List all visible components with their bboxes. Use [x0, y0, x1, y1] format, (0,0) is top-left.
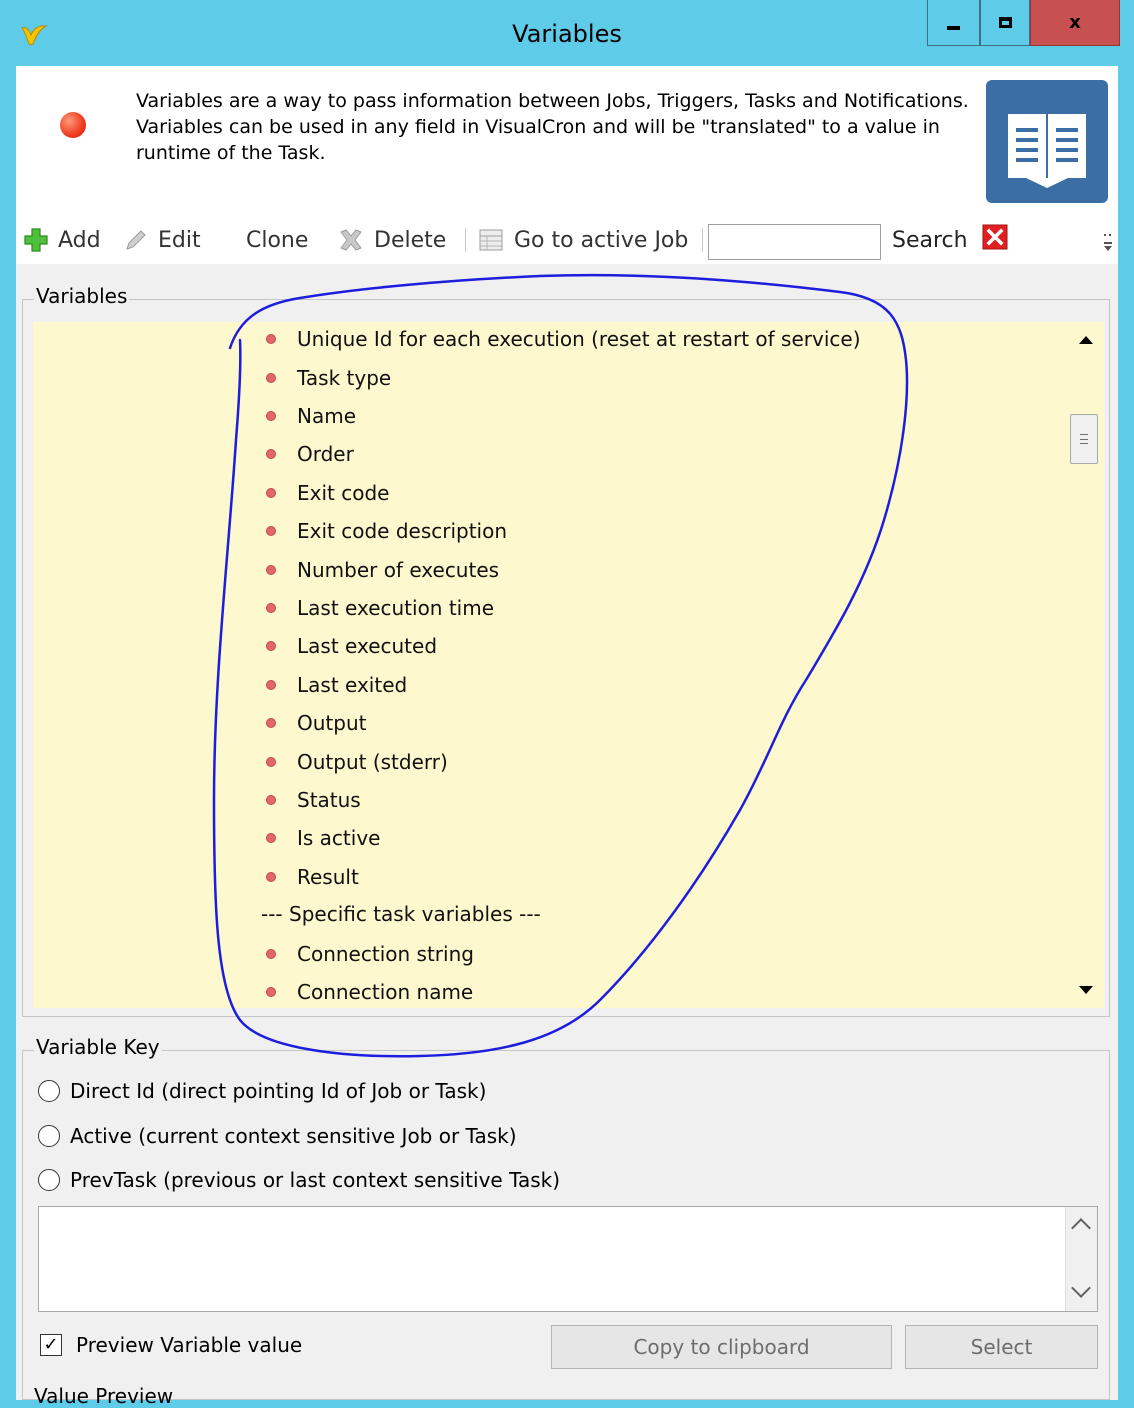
minimize-icon	[947, 25, 960, 30]
book-icon	[986, 80, 1108, 203]
clear-search-button[interactable]	[982, 224, 1008, 256]
list-item[interactable]: Is active	[261, 821, 380, 855]
list-item[interactable]: Exit code	[261, 476, 389, 510]
list-item[interactable]: Exit code description	[261, 514, 507, 548]
title-bar: Variables x	[0, 0, 1134, 66]
search-button[interactable]: Search	[892, 226, 968, 254]
grip-icon	[1080, 434, 1088, 444]
list-item[interactable]: Name	[261, 399, 356, 433]
bullet-icon	[266, 987, 276, 997]
scroll-up-arrow-icon[interactable]	[1079, 336, 1093, 344]
radio-prevtask[interactable]: PrevTask (previous or last context sensi…	[38, 1165, 560, 1195]
list-item[interactable]: Number of executes	[261, 553, 499, 587]
list-item[interactable]: Last exited	[261, 668, 407, 702]
section-header: --- Specific task variables ---	[261, 902, 541, 926]
radio-active[interactable]: Active (current context sensitive Job or…	[38, 1121, 517, 1151]
value-preview-label: Value Preview	[34, 1384, 174, 1408]
scroll-thumb[interactable]	[1070, 414, 1098, 464]
bullet-icon	[266, 411, 276, 421]
minimize-button[interactable]	[927, 0, 980, 46]
bullet-icon	[266, 565, 276, 575]
variable-textarea[interactable]	[38, 1206, 1098, 1312]
preview-checkbox-label: Preview Variable value	[76, 1333, 303, 1357]
bullet-icon	[266, 373, 276, 383]
maximize-button[interactable]	[980, 0, 1030, 46]
bullet-icon	[266, 795, 276, 805]
checkmark-icon: ✓	[43, 1334, 59, 1355]
bullet-icon	[266, 488, 276, 498]
list-item[interactable]: Status	[261, 783, 361, 817]
maximize-icon	[998, 17, 1012, 28]
chevron-up-icon[interactable]	[1071, 1218, 1091, 1238]
bullet-icon	[266, 603, 276, 613]
bullet-icon	[266, 680, 276, 690]
toolbar-separator	[465, 228, 466, 252]
bullet-icon	[266, 449, 276, 459]
list-item[interactable]: Connection name	[261, 975, 473, 1008]
list-item[interactable]: Connection string	[261, 937, 474, 971]
select-button[interactable]: Select	[905, 1325, 1098, 1369]
toolbar: Add Edit Clone Delete Go to active Job S…	[16, 216, 1118, 264]
radio-circle[interactable]	[38, 1080, 60, 1102]
bullet-icon	[266, 334, 276, 344]
toolbar-overflow-icon[interactable]	[1103, 226, 1113, 256]
search-label: Search	[892, 227, 968, 253]
close-button[interactable]: x	[1030, 0, 1120, 46]
list-item[interactable]: Unique Id for each execution (reset at r…	[261, 322, 861, 356]
plus-icon	[24, 228, 48, 252]
scroll-down-arrow-icon[interactable]	[1079, 986, 1093, 994]
bullet-icon	[266, 757, 276, 767]
list-item[interactable]: Task type	[261, 361, 391, 395]
clone-label: Clone	[246, 227, 309, 253]
edit-button[interactable]: Edit	[124, 226, 201, 254]
search-input[interactable]	[708, 224, 881, 260]
variables-list[interactable]: Unique Id for each execution (reset at r…	[33, 322, 1070, 1008]
textarea-scrollbar[interactable]	[1065, 1207, 1097, 1311]
delete-label: Delete	[374, 227, 447, 253]
toolbar-separator	[702, 228, 703, 252]
status-red-icon	[60, 112, 86, 138]
bullet-icon	[266, 641, 276, 651]
bullet-icon	[266, 526, 276, 536]
bullet-icon	[266, 949, 276, 959]
bullet-icon	[266, 833, 276, 843]
clear-search-icon	[982, 224, 1008, 256]
variables-scrollbar[interactable]	[1070, 322, 1104, 1008]
edit-label: Edit	[158, 227, 201, 253]
copy-to-clipboard-button[interactable]: Copy to clipboard	[551, 1325, 892, 1369]
radio-circle[interactable]	[38, 1125, 60, 1147]
list-item[interactable]: Output (stderr)	[261, 745, 448, 779]
variables-group-label: Variables	[34, 284, 130, 308]
chevron-down-icon[interactable]	[1071, 1278, 1091, 1298]
list-item[interactable]: Last execution time	[261, 591, 494, 625]
go-to-active-job-button[interactable]: Go to active Job	[478, 226, 688, 254]
grid-icon	[478, 228, 504, 252]
list-item[interactable]: Result	[261, 860, 359, 894]
radio-circle[interactable]	[38, 1169, 60, 1191]
preview-checkbox[interactable]: ✓	[40, 1334, 62, 1356]
delete-x-icon	[338, 228, 364, 252]
bullet-icon	[266, 872, 276, 882]
delete-button[interactable]: Delete	[338, 226, 446, 254]
preview-variable-checkbox-row[interactable]: ✓ Preview Variable value	[40, 1330, 302, 1360]
list-item[interactable]: Output	[261, 706, 366, 740]
pencil-icon	[124, 228, 148, 252]
add-button[interactable]: Add	[24, 226, 101, 254]
list-item[interactable]: Last executed	[261, 629, 437, 663]
description-text: Variables are a way to pass information …	[136, 90, 969, 164]
close-icon: x	[1069, 12, 1081, 33]
go-to-active-job-label: Go to active Job	[514, 227, 689, 253]
list-item[interactable]: Order	[261, 437, 354, 471]
info-header: Variables are a way to pass information …	[16, 66, 1118, 264]
dialog-body: Variables are a way to pass information …	[16, 66, 1118, 1408]
radio-direct-id[interactable]: Direct Id (direct pointing Id of Job or …	[38, 1076, 486, 1106]
variable-key-group-label: Variable Key	[34, 1035, 162, 1059]
clone-button[interactable]: Clone	[246, 226, 308, 254]
bullet-icon	[266, 718, 276, 728]
add-label: Add	[58, 227, 101, 253]
